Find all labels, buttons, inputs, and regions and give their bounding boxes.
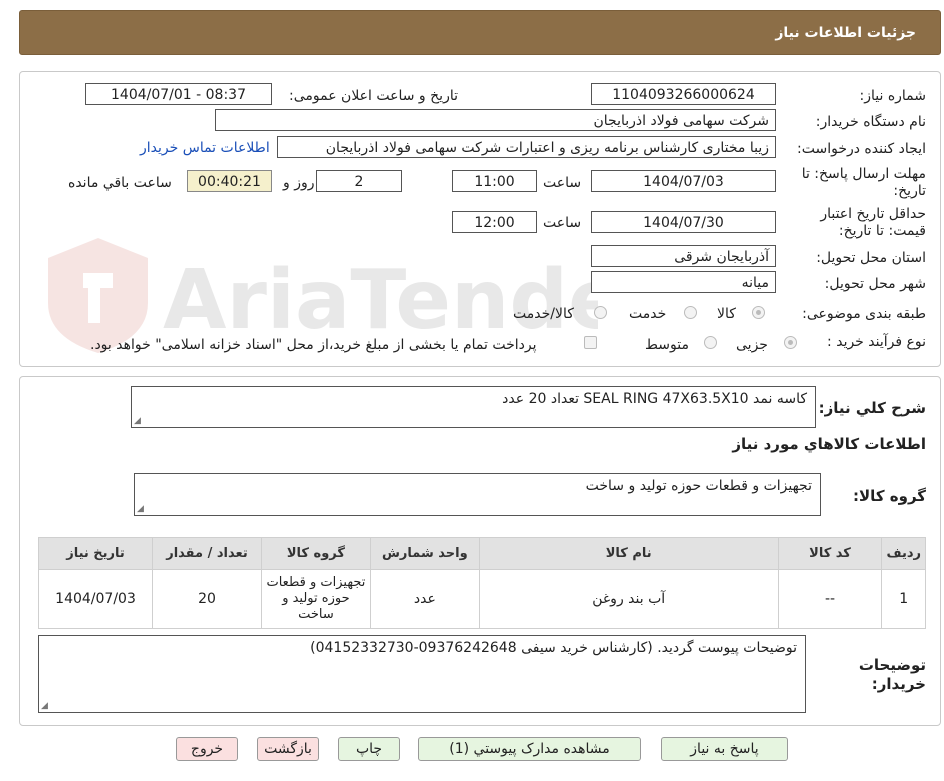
- description-text: کاسه نمد SEAL RING 47X63.5X10 تعداد 20 ع…: [502, 391, 807, 407]
- treasury-payment-checkbox[interactable]: [584, 336, 597, 349]
- process-medium-radio[interactable]: [704, 336, 717, 349]
- goods-group-label: گروه کالا:: [853, 487, 926, 505]
- creator-field: زیبا مختاری کارشناس برنامه ریزی و اعتبار…: [277, 136, 776, 158]
- buyer-org-field: شرکت سهامی فولاد اذربایجان: [215, 109, 776, 131]
- goods-table-header: ردیف کد کالا نام کالا واحد شمارش گروه کا…: [37, 537, 926, 570]
- deadline-date-field: 1404/07/03: [591, 170, 776, 192]
- col-date-header: تاریخ نیاز: [37, 537, 154, 570]
- goods-group-text: تجهیزات و قطعات حوزه تولید و ساخت: [585, 478, 812, 494]
- city-label: شهر محل تحویل:: [824, 276, 926, 292]
- col-code-header: کد کالا: [777, 537, 883, 570]
- deadline-label: مهلت ارسال پاسخ: تا تاریخ:: [801, 166, 926, 199]
- goods-table: ردیف کد کالا نام کالا واحد شمارش گروه کا…: [37, 537, 926, 629]
- page-title: جزئیات اطلاعات نیاز: [775, 25, 916, 41]
- category-goods-service-radio[interactable]: [594, 306, 607, 319]
- col-row-header: ردیف: [881, 537, 926, 570]
- table-row: 1 -- آب بند روغن عدد تجهیزات و قطعات حوز…: [37, 569, 926, 629]
- remaining-label: ساعت باقي مانده: [68, 175, 172, 191]
- deadline-time-field: 11:00: [452, 170, 537, 192]
- goods-info-title: اطلاعات کالاهاي مورد نیاز: [732, 435, 926, 453]
- cell-qty: 20: [152, 569, 262, 629]
- days-field: 2: [316, 170, 402, 192]
- city-field: میانه: [591, 271, 776, 293]
- resize-grip-icon[interactable]: ◢: [134, 416, 141, 426]
- category-service-radio[interactable]: [684, 306, 697, 319]
- process-label: نوع فرآیند خرید :: [827, 334, 926, 350]
- buyer-notes-textarea[interactable]: توضیحات پیوست گردید. (کارشناس خرید سیفی …: [38, 635, 806, 713]
- creator-label: ایجاد کننده درخواست:: [797, 141, 926, 157]
- back-button[interactable]: بازگشت: [257, 737, 319, 761]
- goods-group-textarea[interactable]: تجهیزات و قطعات حوزه تولید و ساخت ◢: [134, 473, 821, 516]
- days-label: روز و: [283, 175, 315, 191]
- buyer-notes-label: توضیحات خریدار:: [858, 656, 926, 693]
- cell-date: 1404/07/03: [37, 569, 154, 629]
- announce-label: تاریخ و ساعت اعلان عمومی:: [289, 88, 458, 104]
- validity-label: حداقل تاریخ اعتبار قیمت: تا تاریخ:: [820, 206, 926, 239]
- validity-time-field: 12:00: [452, 211, 537, 233]
- category-label: طبقه بندی موضوعی:: [802, 306, 926, 322]
- exit-button[interactable]: خروج: [176, 737, 238, 761]
- treasury-payment-note: پرداخت تمام یا بخشی از مبلغ خرید،از محل …: [90, 337, 537, 353]
- buyer-notes-text: توضیحات پیوست گردید. (کارشناس خرید سیفی …: [310, 640, 797, 656]
- cell-unit: عدد: [369, 569, 480, 629]
- buyer-org-label: نام دستگاه خریدار:: [815, 114, 926, 130]
- cell-code: --: [777, 569, 883, 629]
- need-number-field: 1104093266000624: [591, 83, 776, 105]
- page-header: جزئیات اطلاعات نیاز: [19, 10, 941, 55]
- contact-buyer-link[interactable]: اطلاعات تماس خریدار: [140, 140, 270, 156]
- cell-name: آب بند روغن: [478, 569, 779, 629]
- need-number-label: شماره نیاز:: [859, 88, 927, 104]
- province-field: آذربایجان شرقی: [591, 245, 776, 267]
- svg-text:AriaTender.neT: AriaTender.neT: [163, 253, 598, 348]
- resize-grip-icon[interactable]: ◢: [41, 701, 48, 711]
- process-medium-label: متوسط: [645, 337, 689, 353]
- province-label: استان محل تحویل:: [816, 250, 926, 266]
- process-minor-label: جزیی: [736, 337, 768, 353]
- remaining-timer: 00:40:21: [187, 170, 272, 192]
- col-name-header: نام کالا: [478, 537, 779, 570]
- col-qty-header: تعداد / مقدار: [152, 537, 262, 570]
- category-goods-service-label: کالا/خدمت: [513, 306, 574, 322]
- view-attachments-button[interactable]: مشاهده مدارک پیوستي (1): [418, 737, 641, 761]
- print-button[interactable]: چاپ: [338, 737, 400, 761]
- resize-grip-icon[interactable]: ◢: [137, 504, 144, 514]
- description-label: شرح کلي نیاز:: [818, 399, 926, 417]
- col-group-header: گروه کالا: [260, 537, 371, 570]
- category-goods-label: کالا: [717, 306, 736, 322]
- deadline-time-label: ساعت: [543, 175, 582, 191]
- cell-group: تجهیزات و قطعات حوزه تولید و ساخت: [260, 569, 371, 629]
- description-textarea[interactable]: کاسه نمد SEAL RING 47X63.5X10 تعداد 20 ع…: [131, 386, 816, 428]
- validity-time-label: ساعت: [543, 215, 582, 231]
- announce-field: 1404/07/01 - 08:37: [85, 83, 272, 105]
- cell-row: 1: [881, 569, 926, 629]
- category-goods-radio[interactable]: [752, 306, 765, 319]
- reply-button[interactable]: پاسخ به نیاز: [661, 737, 788, 761]
- category-service-label: خدمت: [629, 306, 667, 322]
- col-unit-header: واحد شمارش: [369, 537, 480, 570]
- process-minor-radio[interactable]: [784, 336, 797, 349]
- validity-date-field: 1404/07/30: [591, 211, 776, 233]
